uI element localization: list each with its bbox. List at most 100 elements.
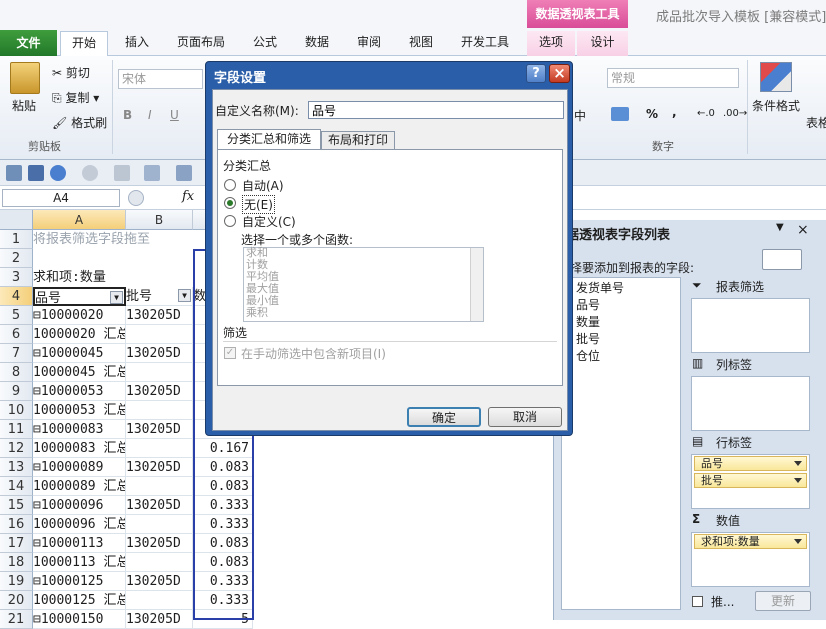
row-chip-pihao[interactable]: 批号: [694, 473, 807, 488]
italic-button[interactable]: I: [148, 108, 152, 122]
table-cell[interactable]: [126, 325, 193, 344]
row-header[interactable]: 13: [0, 458, 33, 477]
copy-button[interactable]: ⎘ 复制 ▾: [52, 89, 99, 106]
table-cell[interactable]: 0.333: [193, 591, 253, 610]
field-list-item[interactable]: 发货单号: [576, 279, 624, 296]
filter-dropdown-icon[interactable]: ▼: [178, 289, 191, 302]
tab-home[interactable]: 开始: [60, 31, 108, 56]
row-header[interactable]: 12: [0, 439, 33, 458]
row-header[interactable]: 5: [0, 306, 33, 325]
update-button[interactable]: 更新: [755, 591, 811, 611]
cancel-button[interactable]: 取消: [488, 407, 562, 427]
format-as-table-button[interactable]: 表格: [806, 114, 826, 131]
undo-icon[interactable]: [50, 165, 66, 181]
pivot-header-pinhao[interactable]: 品号 ▼: [33, 287, 126, 306]
radio-custom[interactable]: [224, 215, 236, 227]
table-cell[interactable]: [126, 363, 193, 382]
row-header[interactable]: 4: [0, 287, 33, 306]
row-header[interactable]: 11: [0, 420, 33, 439]
row-header[interactable]: 20: [0, 591, 33, 610]
conditional-format-button[interactable]: 条件格式: [752, 97, 800, 114]
custom-name-input[interactable]: [308, 101, 564, 119]
table-cell[interactable]: 0.167: [193, 439, 253, 458]
table-cell[interactable]: ⊟10000089: [33, 458, 126, 477]
tab-developer[interactable]: 开发工具: [454, 31, 516, 56]
table-cell[interactable]: ⊟10000020: [33, 306, 126, 325]
table-cell[interactable]: 0.083: [193, 477, 253, 496]
namebox-dropdown-icon[interactable]: [128, 190, 144, 206]
paste-button[interactable]: 粘贴: [12, 97, 36, 114]
table-cell[interactable]: 0.083: [193, 553, 253, 572]
bold-button[interactable]: B: [123, 108, 132, 122]
tab-design[interactable]: 设计: [577, 31, 628, 56]
filter-dropdown-icon[interactable]: ▼: [110, 291, 123, 304]
table-cell[interactable]: 10000053 汇总: [33, 401, 126, 420]
row-header[interactable]: 2: [0, 249, 33, 268]
tab-layout-print[interactable]: 布局和打印: [321, 131, 395, 150]
table-cell[interactable]: ⊟10000083: [33, 420, 126, 439]
table-cell[interactable]: 130205D: [126, 344, 193, 363]
redo-icon[interactable]: [82, 165, 98, 181]
table-cell[interactable]: [126, 477, 193, 496]
tab-view[interactable]: 视图: [402, 31, 440, 56]
help-button[interactable]: ?: [526, 64, 546, 83]
table-cell[interactable]: 0.083: [193, 458, 253, 477]
border-icon[interactable]: [114, 165, 130, 181]
table-cell[interactable]: 130205D: [126, 420, 193, 439]
table-cell[interactable]: 10000113 汇总: [33, 553, 126, 572]
row-header[interactable]: 1: [0, 230, 33, 249]
table-cell[interactable]: ⊟10000053: [33, 382, 126, 401]
font-name-select[interactable]: 宋体: [118, 69, 203, 89]
table-cell[interactable]: [126, 515, 193, 534]
tab-review[interactable]: 审阅: [350, 31, 388, 56]
accounting-format-icon[interactable]: [611, 107, 629, 121]
row-header[interactable]: 15: [0, 496, 33, 515]
table-cell[interactable]: 130205D: [126, 572, 193, 591]
table-cell[interactable]: ⊟10000096: [33, 496, 126, 515]
table-cell[interactable]: 10000096 汇总: [33, 515, 126, 534]
table-cell[interactable]: 0.333: [193, 515, 253, 534]
radio-none[interactable]: [224, 197, 236, 209]
pane-menu-icon[interactable]: ▼: [776, 222, 784, 233]
row-header[interactable]: 14: [0, 477, 33, 496]
row-header[interactable]: 9: [0, 382, 33, 401]
percent-button[interactable]: %: [646, 107, 658, 121]
tab-options[interactable]: 选项: [527, 31, 575, 56]
field-list-item[interactable]: 品号: [576, 296, 600, 313]
ok-button[interactable]: 确定: [407, 407, 481, 427]
table-cell[interactable]: [126, 553, 193, 572]
pivot-header-pihao[interactable]: 批号 ▼: [126, 287, 193, 306]
tab-insert[interactable]: 插入: [118, 31, 156, 56]
table-cell[interactable]: 0.333: [193, 572, 253, 591]
row-header[interactable]: 17: [0, 534, 33, 553]
name-box[interactable]: A4: [2, 189, 120, 207]
table-cell[interactable]: 130205D: [126, 458, 193, 477]
column-header-b[interactable]: B: [126, 210, 193, 230]
field-list-item[interactable]: 批号: [576, 330, 600, 347]
table-cell[interactable]: 130205D: [126, 382, 193, 401]
radio-auto[interactable]: [224, 179, 236, 191]
table-icon[interactable]: [144, 165, 160, 181]
tab-formulas[interactable]: 公式: [246, 31, 284, 56]
table-cell[interactable]: 0.083: [193, 534, 253, 553]
fx-button[interactable]: fx: [182, 189, 194, 204]
defer-update-checkbox[interactable]: [692, 596, 703, 607]
format-painter-button[interactable]: 🖌 格式刷: [52, 114, 107, 131]
include-new-items-checkbox[interactable]: ✓: [224, 347, 236, 359]
layout-options-button[interactable]: [762, 249, 802, 270]
select-all-corner[interactable]: [0, 210, 33, 230]
report-filter-area[interactable]: [691, 298, 810, 353]
table-cell[interactable]: 10000020 汇总: [33, 325, 126, 344]
pivot-icon[interactable]: [176, 165, 192, 181]
table-cell[interactable]: 10000083 汇总: [33, 439, 126, 458]
column-labels-area[interactable]: [691, 376, 810, 431]
row-header[interactable]: 18: [0, 553, 33, 572]
table-cell[interactable]: ⊟10000045: [33, 344, 126, 363]
cut-button[interactable]: ✂ 剪切: [52, 64, 90, 81]
field-list-item[interactable]: 仓位: [576, 347, 600, 364]
table-cell[interactable]: [126, 591, 193, 610]
row-header[interactable]: 8: [0, 363, 33, 382]
table-cell[interactable]: 130205D: [126, 534, 193, 553]
row-chip-pinhao[interactable]: 品号: [694, 456, 807, 471]
close-button[interactable]: ×: [549, 64, 570, 83]
